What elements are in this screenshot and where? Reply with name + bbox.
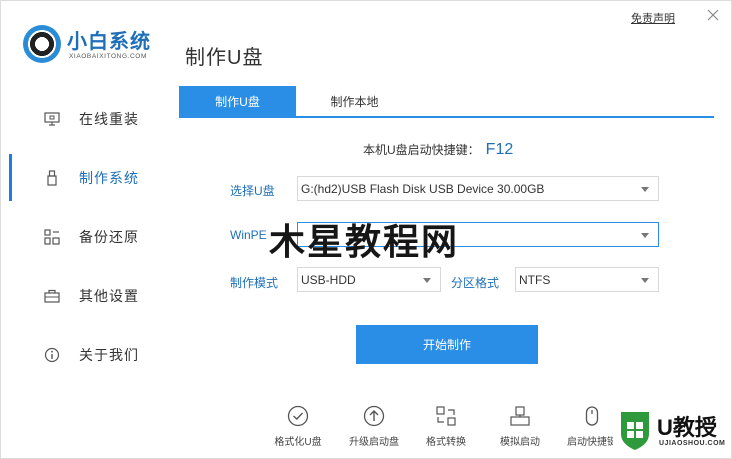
tool-label: 升级启动盘 <box>349 437 399 448</box>
page-title: 制作U盘 <box>185 47 264 69</box>
logo-mark-icon <box>23 25 61 63</box>
app-window: 小白系统 XIAOBAIXITONG.COM 在线重装 制作系统 备份还原 其他… <box>0 0 732 459</box>
tab-make-local[interactable]: 制作本地 <box>296 86 413 116</box>
upload-circle-icon <box>363 405 385 427</box>
usb-select[interactable]: G:(hd2)USB Flash Disk USB Device 30.00GB <box>297 176 659 201</box>
sidebar-item-online-reinstall[interactable]: 在线重装 <box>1 89 171 148</box>
winpe-select-label: WinPE <box>230 228 267 242</box>
usb-select-value: G:(hd2)USB Flash Disk USB Device 30.00GB <box>301 181 545 196</box>
tool-upgrade-boot[interactable]: 升级启动盘 <box>339 405 409 448</box>
sidebar-item-about-us[interactable]: 关于我们 <box>1 325 171 384</box>
mode-select[interactable]: USB-HDD <box>297 267 441 292</box>
usb-icon <box>43 169 61 187</box>
disclaimer-link[interactable]: 免责声明 <box>631 10 675 26</box>
toolbox-icon <box>43 287 61 305</box>
tool-label: 格式转换 <box>426 437 466 448</box>
tool-label: 启动快捷键 <box>567 437 617 448</box>
usb-select-label: 选择U盘 <box>230 184 275 198</box>
start-make-button[interactable]: 开始制作 <box>356 325 538 364</box>
mouse-icon <box>585 406 599 426</box>
close-button[interactable] <box>705 7 721 23</box>
sidebar-item-label: 在线重装 <box>79 110 139 127</box>
sidebar-item-label: 关于我们 <box>79 346 139 363</box>
sidebar-item-make-system[interactable]: 制作系统 <box>1 148 171 207</box>
brand-subtitle: XIAOBAIXITONG.COM <box>69 53 147 60</box>
tool-format-usb[interactable]: 格式化U盘 <box>263 405 333 448</box>
tool-simulate-boot[interactable]: 模拟启动 <box>485 405 555 448</box>
sidebar-item-label: 备份还原 <box>79 228 139 245</box>
tab-bar: 制作U盘 制作本地 <box>179 86 714 118</box>
chevron-down-icon <box>641 278 649 283</box>
check-circle-icon <box>287 405 309 427</box>
sidebar-item-label: 其他设置 <box>79 287 139 304</box>
watermark-badge-title: U教授 <box>657 415 717 440</box>
chevron-down-icon <box>641 233 649 238</box>
usb-boot-icon <box>510 406 530 426</box>
sidebar-item-other-settings[interactable]: 其他设置 <box>1 266 171 325</box>
hotkey-info: 本机U盘启动快捷键： F12 <box>363 141 513 159</box>
tool-label: 模拟启动 <box>500 437 540 448</box>
tool-bar: 格式化U盘 升级启动盘 格式转换 模拟启动 启动快捷键 <box>263 405 663 450</box>
mode-select-value: USB-HDD <box>301 272 356 287</box>
chevron-down-icon <box>423 278 431 283</box>
grid-icon <box>43 228 61 246</box>
sidebar-item-label: 制作系统 <box>79 169 139 186</box>
windows-logo-icon <box>621 412 649 450</box>
sidebar: 在线重装 制作系统 备份还原 其他设置 关于我们 <box>1 89 171 384</box>
watermark-text: 木星教程网 <box>269 221 460 262</box>
brand-title: 小白系统 <box>67 31 151 53</box>
info-icon <box>43 346 61 364</box>
tab-make-usb[interactable]: 制作U盘 <box>179 86 296 116</box>
close-icon <box>707 9 719 21</box>
tool-format-convert[interactable]: 格式转换 <box>411 405 481 448</box>
partition-select-label: 分区格式 <box>451 276 500 290</box>
partition-select[interactable]: NTFS <box>515 267 659 292</box>
watermark-badge-subtitle: UJIAOSHOU.COM <box>659 440 726 447</box>
watermark-badge: U教授 UJIAOSHOU.COM <box>613 404 731 458</box>
hotkey-label: 本机U盘启动快捷键： <box>363 143 480 157</box>
sidebar-item-backup-restore[interactable]: 备份还原 <box>1 207 171 266</box>
monitor-icon <box>43 110 61 128</box>
chevron-down-icon <box>641 187 649 192</box>
brand-logo: 小白系统 XIAOBAIXITONG.COM <box>23 23 173 69</box>
hotkey-value: F12 <box>485 141 514 158</box>
convert-icon <box>436 406 456 426</box>
tool-label: 格式化U盘 <box>274 437 322 448</box>
partition-select-value: NTFS <box>519 272 551 287</box>
mode-select-label: 制作模式 <box>230 276 279 290</box>
